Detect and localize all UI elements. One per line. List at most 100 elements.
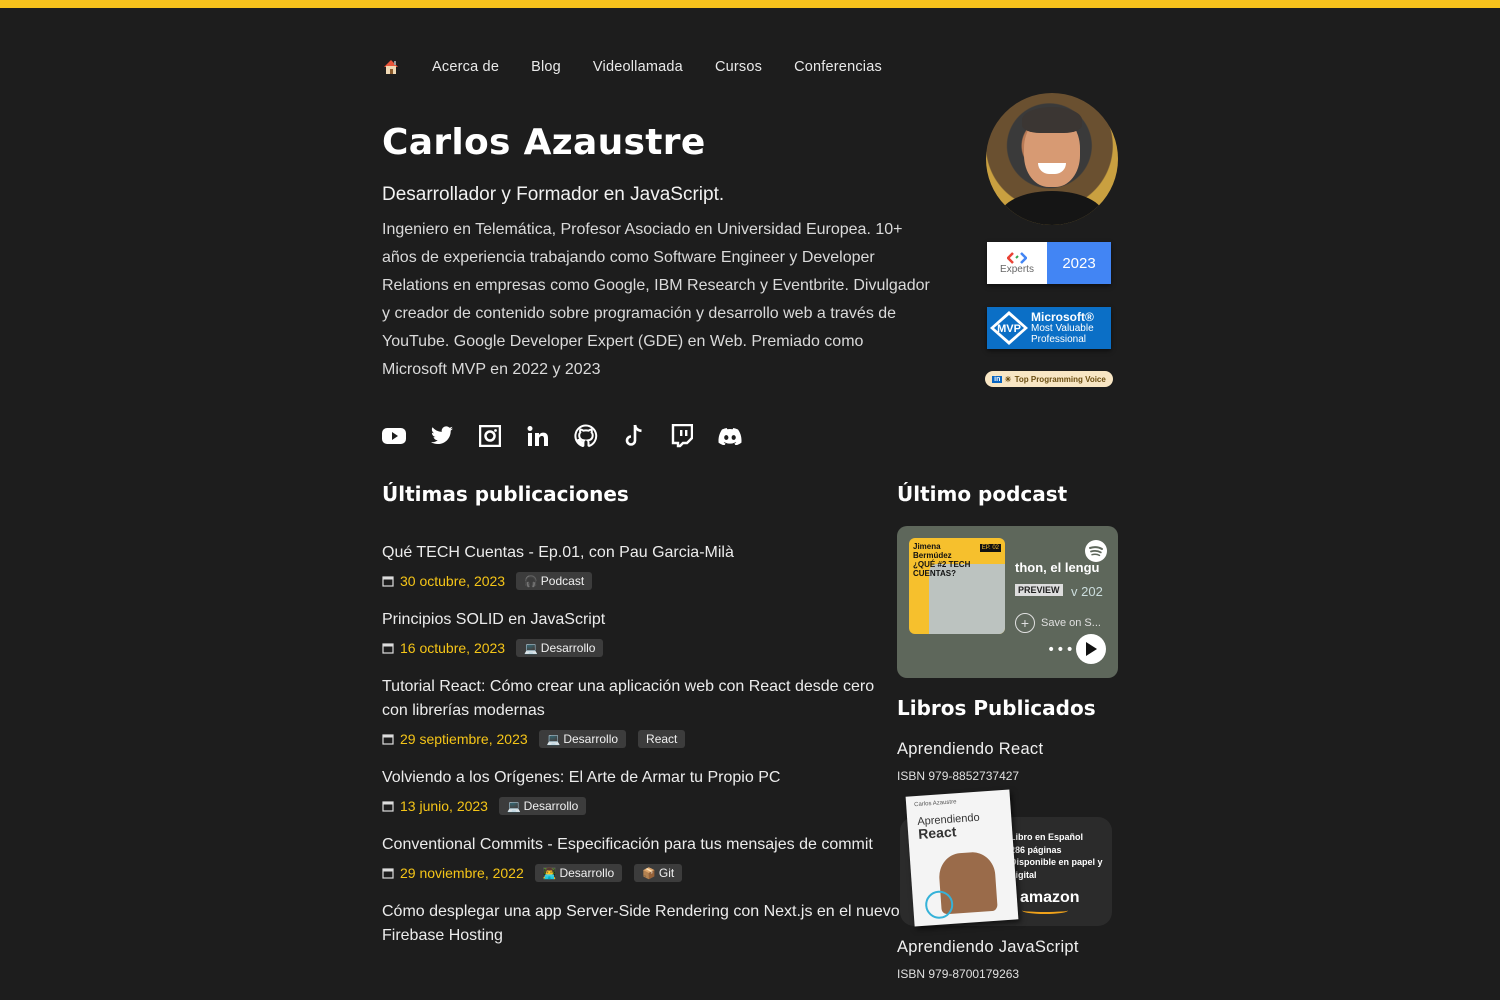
page-container: Acerca de Blog Videollamada Cursos Confe… xyxy=(382,0,1122,1000)
play-icon xyxy=(1086,642,1097,656)
github-icon[interactable] xyxy=(574,424,598,448)
discord-icon[interactable] xyxy=(718,424,742,448)
books-heading: Libros Publicados xyxy=(897,696,1096,720)
preview-badge: PREVIEW xyxy=(1015,584,1063,596)
post-date: 29 septiembre, 2023 xyxy=(400,731,528,747)
post-title-link[interactable]: Cómo desplegar una app Server-Side Rende… xyxy=(382,900,902,948)
gde-badge[interactable]: Experts 2023 xyxy=(987,242,1111,284)
nav-about[interactable]: Acerca de xyxy=(432,59,499,75)
tagline: Desarrollador y Formador en JavaScript. xyxy=(382,184,725,205)
nav-blog[interactable]: Blog xyxy=(531,59,561,75)
gde-label: Experts xyxy=(1000,263,1034,275)
top-voice-label: Top Programming Voice xyxy=(1014,374,1106,384)
post-title-link[interactable]: Volviendo a los Orígenes: El Arte de Arm… xyxy=(382,766,882,790)
list-item: Principios SOLID en JavaScript 16 octubr… xyxy=(382,608,882,658)
tag-label: React xyxy=(646,732,678,746)
gde-year: 2023 xyxy=(1047,242,1111,284)
tag-desarrollo[interactable]: 👨‍💻 Desarrollo xyxy=(534,864,623,882)
instagram-icon[interactable] xyxy=(478,424,502,448)
podcast-cover-ep: EP. 02 xyxy=(979,544,1001,552)
mvp-diamond-icon: MVP xyxy=(990,311,1028,345)
linkedin-mini-icon: in xyxy=(992,375,1003,383)
spotify-icon[interactable] xyxy=(1085,540,1107,562)
mvp-line1: Microsoft® xyxy=(1031,309,1094,324)
post-title-link[interactable]: Conventional Commits - Especificación pa… xyxy=(382,833,882,857)
package-icon: 📦 xyxy=(642,867,656,880)
tag-react[interactable]: React xyxy=(638,730,686,748)
tag-label: Desarrollo xyxy=(540,641,596,655)
headphones-icon: 🎧 xyxy=(524,575,538,588)
google-dev-icon xyxy=(1007,251,1027,264)
post-date: 29 noviembre, 2022 xyxy=(400,865,524,881)
list-item: Conventional Commits - Especificación pa… xyxy=(382,833,882,883)
list-item: Volviendo a los Orígenes: El Arte de Arm… xyxy=(382,766,882,816)
more-options-icon[interactable]: ••• xyxy=(1047,642,1075,658)
book-isbn: ISBN 979-8700179263 xyxy=(897,967,1020,981)
tag-label: Desarrollo xyxy=(563,732,619,746)
nav-courses[interactable]: Cursos xyxy=(715,59,762,75)
list-item: Tutorial React: Cómo crear una aplicació… xyxy=(382,675,882,749)
post-title-link[interactable]: Qué TECH Cuentas - Ep.01, con Pau Garcia… xyxy=(382,541,882,565)
calendar-icon xyxy=(382,868,394,879)
book-info-line: Libro en Español xyxy=(1010,832,1084,842)
calendar-icon xyxy=(382,734,394,745)
post-date: 16 octubre, 2023 xyxy=(400,640,506,656)
tag-desarrollo[interactable]: 💻 Desarrollo xyxy=(516,639,604,657)
nav-talks[interactable]: Conferencias xyxy=(794,59,882,75)
episode-title: thon, el lengu xyxy=(1015,560,1100,575)
tag-podcast[interactable]: 🎧 Podcast xyxy=(516,572,593,590)
podcast-cover-label: Jimena Bermúdez ¿QUÉ #2 TECH CUENTAS? xyxy=(913,542,971,578)
tag-git[interactable]: 📦 Git xyxy=(634,864,683,882)
book-cover-title: Aprendiendo React xyxy=(917,812,981,842)
play-button[interactable] xyxy=(1076,634,1106,664)
twitch-icon[interactable] xyxy=(670,424,694,448)
calendar-icon xyxy=(382,801,394,812)
save-on-spotify-button[interactable]: + Save on S... xyxy=(1015,613,1101,633)
spotify-embed[interactable]: Jimena Bermúdez ¿QUÉ #2 TECH CUENTAS? EP… xyxy=(897,526,1118,678)
podcast-heading: Último podcast xyxy=(897,482,1068,506)
tag-desarrollo[interactable]: 💻 Desarrollo xyxy=(538,730,627,748)
book-info-line: digital xyxy=(1010,869,1037,880)
mvp-line2: Most Valuable xyxy=(1031,322,1094,334)
book-title-link[interactable]: Aprendiendo JavaScript xyxy=(897,938,1079,957)
laptop-icon: 💻 xyxy=(524,642,538,655)
youtube-icon[interactable] xyxy=(382,424,406,448)
post-title-link[interactable]: Principios SOLID en JavaScript xyxy=(382,608,882,632)
book-info-line: 286 páginas xyxy=(1010,844,1062,855)
calendar-icon xyxy=(382,643,394,654)
top-voice-badge[interactable]: in ☀ Top Programming Voice xyxy=(985,371,1113,387)
mvp-line3: Professional xyxy=(1031,333,1087,345)
book-isbn: ISBN 979-8852737427 xyxy=(897,769,1020,783)
tag-label: Podcast xyxy=(540,574,585,588)
tiktok-icon[interactable] xyxy=(622,424,646,448)
bulb-icon: ☀ xyxy=(1004,374,1012,384)
laptop-icon: 💻 xyxy=(506,800,521,813)
post-date: 13 junio, 2023 xyxy=(400,798,488,814)
tag-label: Desarrollo xyxy=(523,799,579,813)
posts-list: Qué TECH Cuentas - Ep.01, con Pau Garcia… xyxy=(382,541,900,965)
main-nav: Acerca de Blog Videollamada Cursos Confe… xyxy=(382,56,914,78)
post-title-link[interactable]: Tutorial React: Cómo crear una aplicació… xyxy=(382,675,882,723)
book-cover-title-2: React xyxy=(917,823,957,842)
tag-label: Git xyxy=(658,866,675,880)
social-links xyxy=(382,424,766,448)
save-label: Save on S... xyxy=(1041,617,1101,629)
house-icon[interactable] xyxy=(382,58,400,76)
mvp-badge[interactable]: MVP Microsoft® Most Valuable Professiona… xyxy=(987,307,1111,349)
twitter-icon[interactable] xyxy=(430,424,454,448)
post-date: 30 octubre, 2023 xyxy=(400,573,506,589)
tag-desarrollo[interactable]: 💻 Desarrollo xyxy=(498,797,587,815)
developer-icon: 👨‍💻 xyxy=(542,867,557,880)
nav-videocall[interactable]: Videollamada xyxy=(593,59,683,75)
tag-label: Desarrollo xyxy=(559,866,615,880)
podcast-cover: Jimena Bermúdez ¿QUÉ #2 TECH CUENTAS? EP… xyxy=(909,538,1005,634)
book-title-link[interactable]: Aprendiendo React xyxy=(897,740,1043,759)
episode-year: v 202 xyxy=(1071,584,1103,599)
amazon-smile-icon xyxy=(1022,907,1068,914)
posts-heading: Últimas publicaciones xyxy=(382,482,629,506)
bio: Ingeniero en Telemática, Profesor Asocia… xyxy=(382,221,930,378)
avatar xyxy=(986,93,1118,225)
svg-text:MVP: MVP xyxy=(997,323,1021,335)
book-cover-image[interactable]: Carlos Azaustre Aprendiendo React xyxy=(905,789,1019,927)
linkedin-icon[interactable] xyxy=(526,424,550,448)
